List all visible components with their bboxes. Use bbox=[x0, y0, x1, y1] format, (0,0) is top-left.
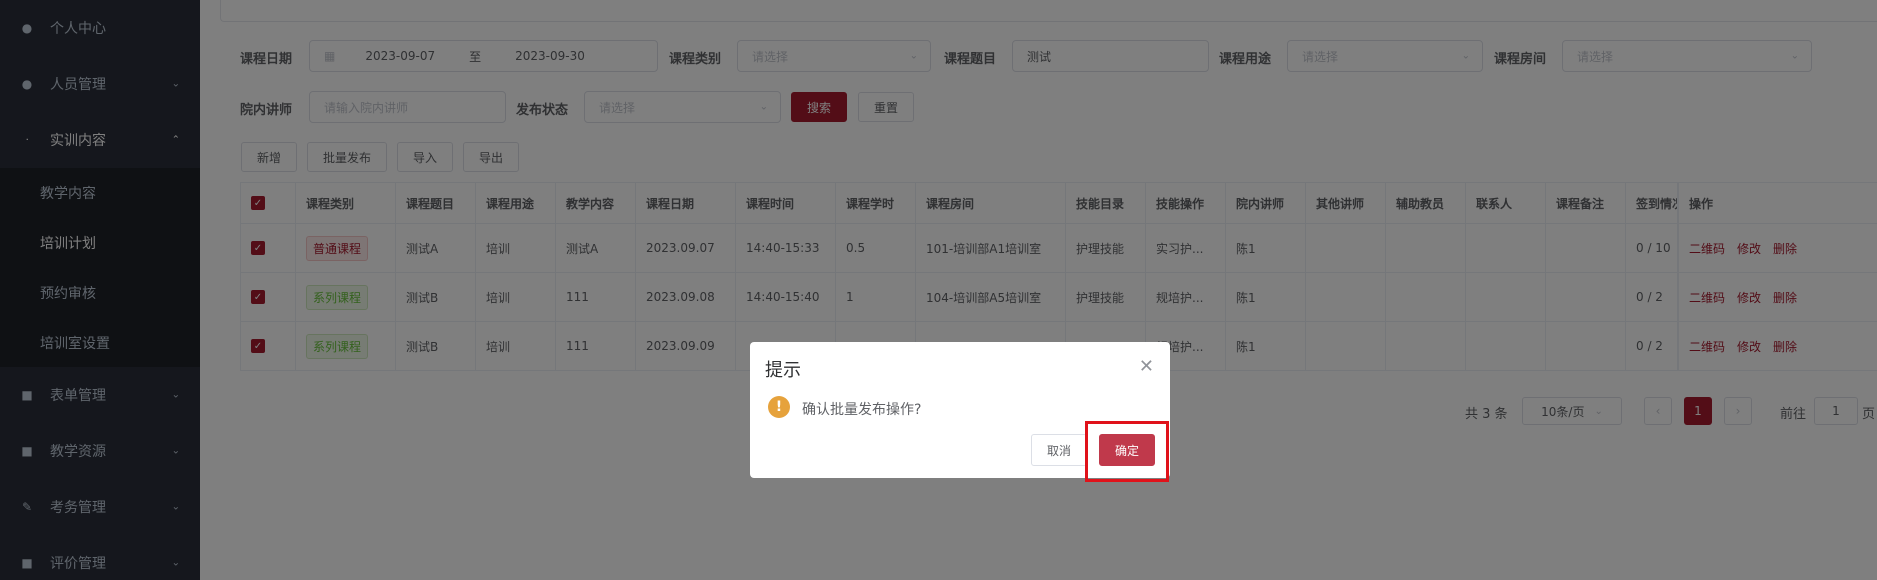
dialog-title: 提示 bbox=[765, 360, 801, 381]
cancel-button[interactable]: 取消 bbox=[1031, 434, 1087, 466]
highlight-box bbox=[1085, 421, 1169, 482]
modal-overlay[interactable] bbox=[0, 0, 1877, 580]
close-icon[interactable]: ✕ bbox=[1139, 356, 1154, 377]
dialog-message: 确认批量发布操作? bbox=[802, 402, 922, 418]
warning-icon: ! bbox=[768, 396, 790, 418]
